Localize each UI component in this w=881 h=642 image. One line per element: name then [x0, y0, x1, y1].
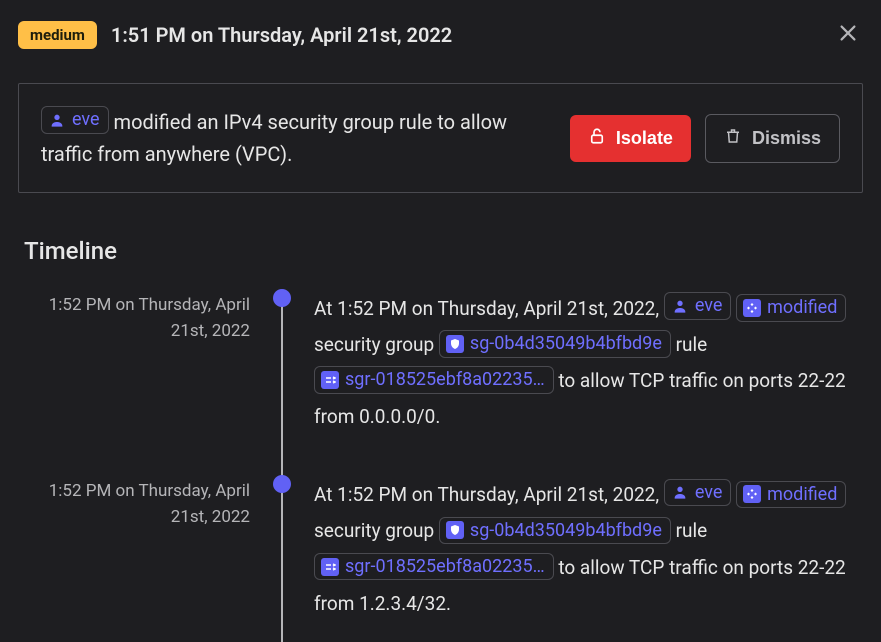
timeline-item-body: At 1:52 PM on Thursday, April 21st, 2022…	[294, 477, 857, 633]
timeline-dot-icon	[273, 475, 291, 493]
timeline-prefix: At 1:52 PM on Thursday, April 21st, 2022…	[314, 297, 664, 320]
actor-chip-label: eve	[695, 295, 723, 317]
timeline-prefix: At 1:52 PM on Thursday, April 21st, 2022…	[314, 483, 664, 506]
timeline-mid1: security group	[314, 519, 439, 542]
timeline-section: Timeline 1:52 PM on Thursday, April 21st…	[18, 237, 863, 634]
security-group-chip[interactable]: sg-0b4d35049b4bfbd9e	[439, 330, 671, 358]
close-icon	[837, 22, 859, 47]
isolate-label: Isolate	[616, 128, 673, 149]
actor-chip[interactable]: eve	[41, 106, 109, 134]
header-timestamp: 1:51 PM on Thursday, April 21st, 2022	[111, 23, 452, 47]
shield-icon	[446, 335, 464, 353]
shield-icon	[446, 521, 464, 539]
actor-chip[interactable]: eve	[664, 292, 732, 320]
timeline-item: 1:52 PM on Thursday, April 21st, 2022 At…	[24, 477, 857, 633]
security-group-rule-label: sgr-018525ebf8a02235…	[345, 556, 545, 578]
actor-chip-label: eve	[72, 109, 100, 131]
security-group-rule-label: sgr-018525ebf8a02235…	[345, 369, 545, 391]
rule-icon	[321, 558, 339, 576]
timeline-item-body: At 1:52 PM on Thursday, April 21st, 2022…	[294, 291, 857, 477]
rule-icon	[321, 371, 339, 389]
alert-header: medium 1:51 PM on Thursday, April 21st, …	[18, 18, 863, 51]
security-group-rule-chip[interactable]: sgr-018525ebf8a02235…	[314, 553, 554, 581]
alert-message: eve modified an IPv4 security group rule…	[41, 106, 550, 170]
timeline-mid2: rule	[671, 333, 707, 356]
alert-actions: Isolate Dismiss	[570, 114, 840, 163]
timeline-rail	[281, 303, 283, 485]
dismiss-button[interactable]: Dismiss	[705, 114, 840, 163]
actor-chip-label: eve	[695, 482, 723, 504]
timeline-mid1: security group	[314, 333, 439, 356]
action-chip-label: modified	[767, 484, 837, 506]
timeline-title: Timeline	[24, 237, 857, 265]
timeline-item-time: 1:52 PM on Thursday, April 21st, 2022	[24, 291, 270, 477]
person-icon	[48, 111, 66, 129]
action-icon	[743, 299, 761, 317]
timeline-mid2: rule	[671, 519, 707, 542]
timeline-item-time: 1:52 PM on Thursday, April 21st, 2022	[24, 477, 270, 633]
security-group-chip[interactable]: sg-0b4d35049b4bfbd9e	[439, 517, 671, 545]
action-chip[interactable]: modified	[736, 294, 846, 322]
person-icon	[671, 483, 689, 501]
severity-badge: medium	[18, 21, 97, 49]
security-group-label: sg-0b4d35049b4bfbd9e	[470, 333, 662, 355]
action-chip-label: modified	[767, 297, 837, 319]
dismiss-label: Dismiss	[752, 128, 821, 149]
person-icon	[671, 297, 689, 315]
alert-message-text: modified an IPv4 security group rule to …	[41, 110, 507, 166]
actor-chip[interactable]: eve	[664, 479, 732, 507]
lock-icon	[588, 127, 606, 150]
alert-panel: eve modified an IPv4 security group rule…	[18, 83, 863, 193]
action-chip[interactable]: modified	[736, 481, 846, 509]
isolate-button[interactable]: Isolate	[570, 115, 691, 162]
timeline-dot-icon	[273, 289, 291, 307]
trash-icon	[724, 127, 742, 150]
close-button[interactable]	[833, 18, 863, 51]
action-icon	[743, 485, 761, 503]
security-group-rule-chip[interactable]: sgr-018525ebf8a02235…	[314, 366, 554, 394]
timeline-item: 1:52 PM on Thursday, April 21st, 2022 At…	[24, 291, 857, 477]
timeline-rail	[281, 489, 283, 641]
security-group-label: sg-0b4d35049b4bfbd9e	[470, 520, 662, 542]
